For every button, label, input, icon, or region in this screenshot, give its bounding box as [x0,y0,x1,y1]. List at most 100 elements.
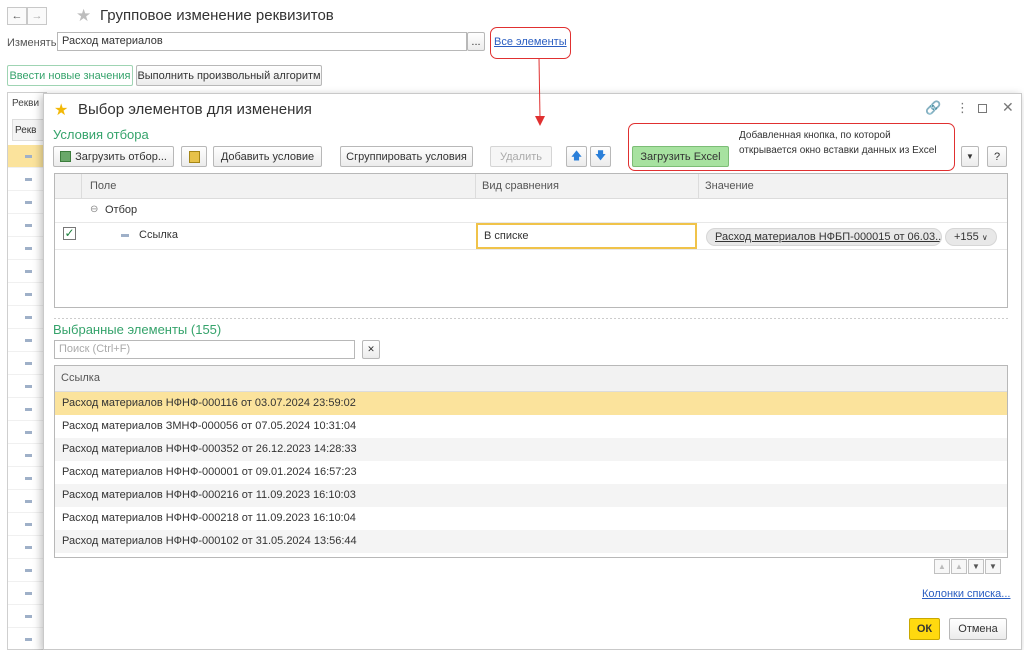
bg-row [8,467,46,490]
list-col-link-header[interactable]: Ссылка [55,366,1007,392]
list-item[interactable]: Расход материалов НФНФ-000218 от 11.09.2… [55,507,1007,530]
scroll-down-button[interactable]: ▼ [968,559,984,574]
annotation-text-line2: открывается окно вставки данных из Excel [739,145,937,156]
cancel-button[interactable]: Отмена [949,618,1007,640]
arrow-down-icon: 🡇 [594,150,607,162]
load-filter-button[interactable]: Загрузить отбор... [53,146,174,167]
filter-condition-row[interactable]: ✓ Ссылка В списке Расход материалов НФБП… [55,223,1007,250]
filter-group-label: Отбор [105,204,138,216]
maximize-icon[interactable] [978,104,987,113]
list-item[interactable]: Расход материалов НФНФ-000102 от 31.05.2… [55,530,1007,553]
annotation-frame-excel: Добавленная кнопка, по которой открывает… [628,123,955,171]
ok-button[interactable]: ОК [909,618,940,640]
load-filter-label: Загрузить отбор... [75,150,167,163]
list-item-label: Расход материалов НФНФ-000001 от 09.01.2… [62,466,357,478]
more-menu-icon[interactable]: ⋮ [956,100,969,116]
close-icon[interactable]: ✕ [1002,99,1014,116]
change-label: Изменять: [7,37,60,49]
change-field-value: Расход материалов [62,35,163,47]
back-button[interactable]: ← [7,7,27,25]
section-divider [54,318,1008,319]
list-item[interactable]: Расход материалов НФНФ-000116 от 03.07.2… [55,392,1007,415]
bg-row [8,214,46,237]
bg-column-header-label: Рекв [15,125,37,136]
more-actions-dropdown[interactable]: ▼ [961,146,979,167]
filter-table: Поле Вид сравнения Значение ⊖ Отбор ✓ Сс… [54,173,1008,308]
selected-elements-title: Выбранные элементы (155) [53,322,222,337]
annotation-text-line1: Добавленная кнопка, по которой [739,130,891,141]
bg-row [8,306,46,329]
move-up-button[interactable]: 🡅 [566,146,587,167]
load-filter-icon [60,151,72,162]
select-elements-dialog: ★ Выбор элементов для изменения 🔗 ⋮ ✕ Ус… [43,93,1022,650]
tab-algorithm-label: Выполнить произвольный алгоритм [137,69,321,82]
condition-checkbox[interactable]: ✓ [63,227,76,240]
filter-col-value-header[interactable]: Значение [699,174,1007,199]
search-placeholder: Поиск (Ctrl+F) [59,343,131,355]
condition-more-pill[interactable]: +155 ∨ [945,228,997,246]
search-input[interactable]: Поиск (Ctrl+F) [54,340,355,359]
tab-new-values-label: Ввести новые значения [9,69,131,82]
background-attributes-table: Рекви Рекв [7,92,47,650]
favorite-star-icon[interactable]: ★ [76,6,91,26]
bg-column-header: Рекв [12,119,46,141]
list-item-label: Расход материалов ЗМНФ-000056 от 07.05.2… [62,420,357,432]
list-item[interactable]: Расход материалов НФНФ-000001 от 09.01.2… [55,461,1007,484]
filter-col-checkbox-header [55,174,82,199]
change-field-select-button[interactable]: ... [467,32,485,51]
bg-row [8,352,46,375]
list-item[interactable]: Расход материалов НФНФ-000216 от 11.09.2… [55,484,1007,507]
condition-comparison-field[interactable]: В списке [476,223,697,249]
bg-row [8,329,46,352]
bg-row [8,628,46,650]
selected-elements-table: Ссылка Расход материалов НФНФ-000116 от … [54,365,1008,558]
search-clear-button[interactable]: ✕ [362,340,380,359]
ok-label: ОК [916,623,933,635]
save-filter-icon [188,150,200,163]
delete-button[interactable]: Удалить [490,146,552,167]
page-title: Групповое изменение реквизитов [100,7,334,24]
filter-section-title: Условия отбора [53,127,149,142]
cancel-label: Отмена [958,623,998,635]
bg-row [8,168,46,191]
collapse-icon[interactable]: ⊖ [90,204,98,215]
condition-value-pill[interactable]: Расход материалов НФБП-000015 от 06.03..… [706,228,942,246]
condition-dash-icon [121,234,129,237]
list-col-link-label: Ссылка [61,372,100,384]
scroll-top-button[interactable]: ▲ [934,559,950,574]
list-item-label: Расход материалов НФНФ-000352 от 26.12.2… [62,443,357,455]
bg-row [8,237,46,260]
link-icon[interactable]: 🔗 [925,100,941,116]
forward-button[interactable]: → [27,7,47,25]
filter-col-field-header[interactable]: Поле [82,174,476,199]
dialog-favorite-star-icon[interactable]: ★ [54,100,68,120]
bg-row [8,444,46,467]
annotation-arrow [535,58,545,126]
bg-row [8,605,46,628]
bg-row [8,191,46,214]
group-conditions-button[interactable]: Сгруппировать условия [340,146,473,167]
bg-row [8,536,46,559]
bg-row [8,283,46,306]
move-down-button[interactable]: 🡇 [590,146,611,167]
add-condition-button[interactable]: Добавить условие [213,146,322,167]
list-item-label: Расход материалов НФНФ-000116 от 03.07.2… [62,397,356,409]
dialog-title: Выбор элементов для изменения [78,101,312,118]
chevron-down-icon: ∨ [981,233,988,242]
add-condition-label: Добавить условие [220,150,315,163]
filter-col-comparison-header[interactable]: Вид сравнения [476,174,699,199]
tab-new-values[interactable]: Ввести новые значения [7,65,133,86]
bg-row [8,421,46,444]
change-field[interactable]: Расход материалов [57,32,467,51]
group-conditions-label: Сгруппировать условия [346,150,467,163]
filter-group-row[interactable]: ⊖ Отбор [55,199,1007,223]
list-item-label: Расход материалов НФНФ-000216 от 11.09.2… [62,489,356,501]
list-item[interactable]: Расход материалов НФНФ-000352 от 26.12.2… [55,438,1007,461]
columns-link[interactable]: Колонки списка... [922,588,1010,600]
scroll-bottom-button[interactable]: ▼ [985,559,1001,574]
help-button[interactable]: ? [987,146,1007,167]
list-item[interactable]: Расход материалов ЗМНФ-000056 от 07.05.2… [55,415,1007,438]
tab-algorithm[interactable]: Выполнить произвольный алгоритм [136,65,322,86]
scroll-up-button[interactable]: ▲ [951,559,967,574]
save-filter-button[interactable] [181,146,207,167]
